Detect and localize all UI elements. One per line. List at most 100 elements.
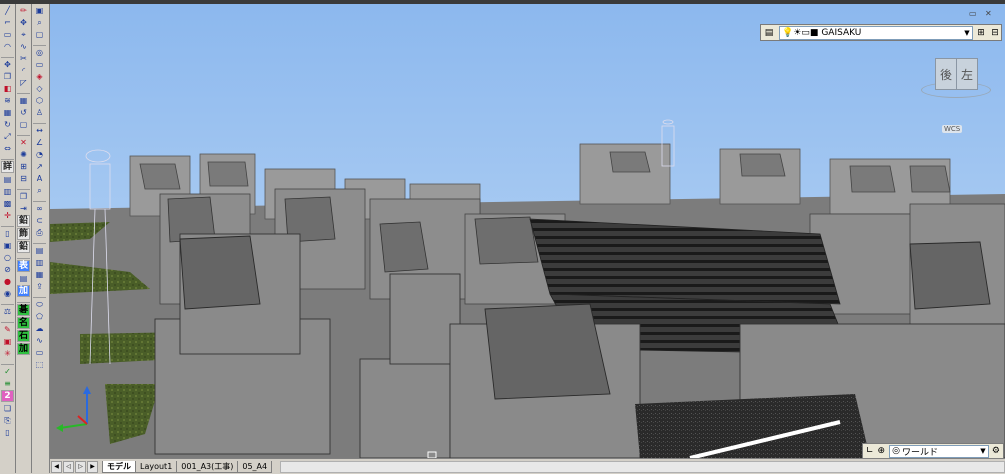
link-tool-icon[interactable]: ∞ <box>33 203 46 214</box>
chevron-down-icon[interactable]: ▼ <box>962 29 972 37</box>
cloud-tool-icon[interactable]: ☁ <box>33 323 46 334</box>
copy-clip-icon[interactable]: ❐ <box>17 191 30 202</box>
view-cube-left[interactable]: 左 <box>956 58 978 90</box>
ucs-named-icon[interactable]: ⊕ <box>878 446 886 456</box>
last-tab-icon[interactable]: ▶ <box>87 460 98 473</box>
spline-tool-icon[interactable]: ∿ <box>33 335 46 346</box>
pencil-kanji-button-2[interactable]: 鉛 <box>17 241 30 253</box>
search-icon[interactable]: ⌕ <box>33 185 46 196</box>
export-tool-icon[interactable]: ⇪ <box>33 281 46 292</box>
pencil-kanji-button[interactable]: 鉛 <box>17 215 30 227</box>
ucs-settings-icon[interactable]: ⚙ <box>992 446 1000 456</box>
fillet-tool-icon[interactable]: ◜ <box>17 65 30 76</box>
extend-tool-icon[interactable]: ⇥ <box>17 203 30 214</box>
list-tool-icon[interactable]: ≡ <box>1 378 14 389</box>
mirror-tool-icon[interactable]: ◧ <box>1 83 14 94</box>
table-kanji-button[interactable]: 表 <box>17 260 30 272</box>
erase-tool-icon[interactable]: ✕ <box>17 137 30 148</box>
sheet-tool-icon[interactable]: ▤ <box>17 273 30 284</box>
layer-previous-icon[interactable]: ⊞ <box>975 27 987 39</box>
edit-tool-icon[interactable]: ✎ <box>1 324 14 335</box>
array-tool-icon[interactable]: ▦ <box>1 107 14 118</box>
view-cube[interactable]: 後 左 <box>921 58 991 98</box>
circle-tool-icon[interactable]: ○ <box>1 252 14 263</box>
stone-kanji-button[interactable]: 石 <box>17 330 30 342</box>
check-tool-icon[interactable]: ✓ <box>1 366 14 377</box>
ornament-button[interactable]: 飾 <box>17 228 30 240</box>
layer-manager-icon[interactable]: ▤ <box>763 27 775 39</box>
pan-tool-icon[interactable]: ✥ <box>17 17 30 28</box>
print-tool-icon[interactable]: ⎙ <box>33 227 46 238</box>
trim-tool-icon[interactable]: ✂ <box>17 53 30 64</box>
wipeout-tool-icon[interactable]: ▭ <box>33 347 46 358</box>
hatch-tool-icon[interactable]: ▩ <box>1 198 14 209</box>
dimension-tool-icon[interactable]: ↔ <box>33 125 46 136</box>
explode-tool-icon[interactable]: ✺ <box>17 149 30 160</box>
angle-tool-icon[interactable]: ∠ <box>33 137 46 148</box>
scale-tool-icon[interactable]: ⤢ <box>1 131 14 142</box>
lamp-tool-icon[interactable]: ♙ <box>33 107 46 118</box>
material-tool-icon[interactable]: ● <box>1 276 14 287</box>
no-entry-tool-icon[interactable]: ⊘ <box>1 264 14 275</box>
offset-tool-icon[interactable]: ≋ <box>1 95 14 106</box>
copy-tool-icon[interactable]: ❐ <box>1 71 14 82</box>
break-tool-icon[interactable]: ⊟ <box>17 173 30 184</box>
curve-tool-icon[interactable]: ∿ <box>17 41 30 52</box>
scale-list-icon[interactable]: ⚖ <box>1 306 14 317</box>
sheet-set-icon[interactable]: ▤ <box>33 245 46 256</box>
pencil-tool-icon[interactable]: ✏ <box>17 5 30 16</box>
render-tool-icon[interactable]: ▣ <box>1 336 14 347</box>
view-tool-icon[interactable]: ▣ <box>33 5 46 16</box>
prev-tab-icon[interactable]: ◁ <box>63 460 74 473</box>
rectangle-tool-icon[interactable]: ▭ <box>1 29 14 40</box>
detail-button[interactable]: 詳 <box>1 161 14 173</box>
node-tool-icon[interactable]: ⌖ <box>17 29 30 40</box>
block-tool-icon[interactable]: ▣ <box>1 240 14 251</box>
table-tool-icon[interactable]: ▥ <box>1 186 14 197</box>
doc-tool-icon[interactable]: ▯ <box>1 427 14 438</box>
polyline-tool-icon[interactable]: ⌐ <box>1 17 14 28</box>
grid-tool-icon[interactable]: ▤ <box>1 174 14 185</box>
tab-layout1[interactable]: Layout1 <box>135 460 178 473</box>
zoom-tool-icon[interactable]: ⌕ <box>33 17 46 28</box>
frame-tool-icon[interactable]: ▢ <box>17 119 30 130</box>
save-tool-icon[interactable]: ▦ <box>33 269 46 280</box>
layout-tool-icon[interactable]: ▥ <box>33 257 46 268</box>
ucs-dropdown[interactable]: ◎ ワールド ▼ <box>889 444 989 458</box>
line-tool-icon[interactable]: ╱ <box>1 5 14 16</box>
tab-sheet-a4[interactable]: 05_A4 <box>237 460 273 473</box>
rotate-tool-icon[interactable]: ↻ <box>1 119 14 130</box>
name-kanji-button[interactable]: 名 <box>17 317 30 329</box>
page-tool-icon[interactable]: ▯ <box>1 228 14 239</box>
view-render-icon[interactable]: ◈ <box>33 71 46 82</box>
paste-tool-icon[interactable]: ⎘ <box>1 415 14 426</box>
join-tool-icon[interactable]: ⊞ <box>17 161 30 172</box>
leader-tool-icon[interactable]: ↗ <box>33 161 46 172</box>
light-tool-icon[interactable]: ✳ <box>1 348 14 359</box>
target-tool-icon[interactable]: ✛ <box>1 210 14 221</box>
ucs-icon[interactable]: ∟ <box>866 446 874 456</box>
radius-tool-icon[interactable]: ◔ <box>33 149 46 160</box>
arc-tool-icon[interactable]: ◠ <box>1 41 14 52</box>
text-tool-icon[interactable]: A <box>33 173 46 184</box>
model-viewport[interactable] <box>50 4 1005 458</box>
view-cube-back[interactable]: 後 <box>935 58 957 90</box>
close-icon[interactable]: ✕ <box>985 9 992 18</box>
first-tab-icon[interactable]: ◀ <box>51 460 62 473</box>
stretch-tool-icon[interactable]: ⇔ <box>1 143 14 154</box>
add-kanji-button[interactable]: 加 <box>17 285 30 297</box>
chamfer-tool-icon[interactable]: ◸ <box>17 77 30 88</box>
layer-iso-icon[interactable]: ⊟ <box>989 27 1001 39</box>
region-tool-icon[interactable]: ▦ <box>17 95 30 106</box>
layer-tool-icon[interactable]: ❏ <box>1 403 14 414</box>
horizontal-scrollbar[interactable] <box>280 460 1005 473</box>
number-two-button[interactable]: 2 <box>1 390 14 402</box>
orbit-tool-icon[interactable]: ◎ <box>33 47 46 58</box>
polygon-tool-icon[interactable]: ⬠ <box>33 311 46 322</box>
add-kanji-button-2[interactable]: 加 <box>17 343 30 355</box>
sphere-tool-icon[interactable]: ◉ <box>1 288 14 299</box>
go-kanji-button[interactable]: 碁 <box>17 304 30 316</box>
refresh-tool-icon[interactable]: ↺ <box>17 107 30 118</box>
next-tab-icon[interactable]: ▷ <box>75 460 86 473</box>
chevron-down-icon[interactable]: ▼ <box>978 447 988 455</box>
